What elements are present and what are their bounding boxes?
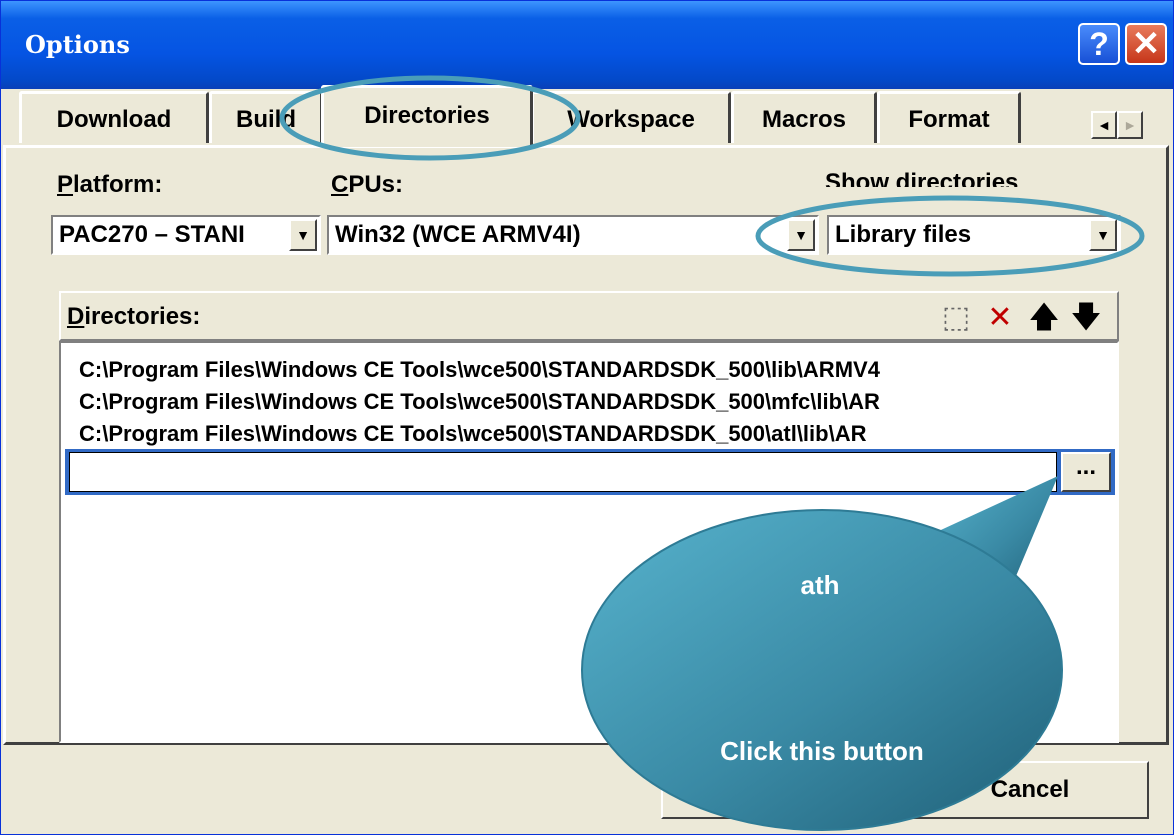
tab-label: Download [56, 106, 172, 133]
chevron-down-icon[interactable]: ▼ [1089, 219, 1117, 251]
ok-button[interactable]: OK [661, 761, 897, 819]
close-button[interactable]: ✕ [1125, 23, 1167, 65]
list-item[interactable]: C:\Program Files\Windows CE Tools\wce500… [79, 419, 866, 447]
tab-label: Workspace [567, 106, 695, 133]
tab-label: Macros [761, 106, 847, 133]
new-folder-icon[interactable]: ⬚ [939, 301, 973, 335]
tab-label: Directories [364, 102, 490, 129]
list-item[interactable]: C:\Program Files\Windows CE Tools\wce500… [79, 355, 880, 385]
show-directories-select[interactable]: Library files ▼ [827, 215, 1121, 255]
show-directories-label: Show directories [825, 169, 1019, 187]
directories-header: Directories: ⬚ ✕ 🡅 🡇 [59, 291, 1119, 341]
help-button[interactable]: ? [1078, 23, 1120, 65]
tab-format[interactable]: Format [877, 91, 1021, 143]
chevron-down-icon[interactable]: ▼ [787, 219, 815, 251]
browse-button[interactable]: ... [1061, 452, 1111, 492]
options-dialog: Options ? ✕ Download Build Directories W… [0, 0, 1174, 835]
tab-workspace[interactable]: Workspace [531, 91, 731, 143]
tab-macros[interactable]: Macros [731, 91, 877, 143]
cancel-button[interactable]: Cancel [911, 761, 1149, 819]
tab-scroll-left-button[interactable]: ◄ [1091, 111, 1117, 139]
tab-label: Build [236, 106, 296, 133]
question-icon: ? [1089, 25, 1109, 62]
move-down-icon[interactable]: 🡇 [1069, 301, 1103, 335]
cpus-label: CPUs: [331, 171, 404, 198]
close-icon: ✕ [1131, 25, 1161, 63]
list-item-editing: ... [65, 449, 1115, 495]
window-title: Options [25, 30, 130, 59]
platform-label: Platform: [57, 171, 163, 198]
title-bar[interactable]: Options ? ✕ [1, 1, 1173, 89]
directories-list[interactable]: C:\Program Files\Windows CE Tools\wce500… [59, 341, 1119, 743]
show-directories-value: Library files [835, 221, 972, 248]
tab-download[interactable]: Download [19, 91, 209, 143]
chevron-down-icon[interactable]: ▼ [289, 219, 317, 251]
delete-icon[interactable]: ✕ [983, 301, 1017, 335]
list-item[interactable]: C:\Program Files\Windows CE Tools\wce500… [79, 387, 880, 417]
tab-scroll-buttons: ◄ ► [1091, 111, 1145, 141]
callout-text-top: ath [800, 570, 840, 600]
cpus-select[interactable]: Win32 (WCE ARMV4I) ▼ [327, 215, 819, 255]
platform-value: PAC270 – STANI [59, 221, 245, 248]
platform-select[interactable]: PAC270 – STANI ▼ [51, 215, 321, 255]
callout-text-bottom: Click this button [720, 736, 924, 766]
tab-label: Format [908, 106, 990, 133]
tab-directories[interactable]: Directories [321, 85, 533, 147]
move-up-icon[interactable]: 🡅 [1027, 301, 1061, 335]
tab-build[interactable]: Build [209, 91, 323, 143]
directories-label: Directories: [67, 303, 201, 330]
cpus-value: Win32 (WCE ARMV4I) [335, 221, 581, 248]
directory-path-input[interactable] [69, 452, 1057, 492]
tab-scroll-right-button[interactable]: ► [1117, 111, 1143, 139]
